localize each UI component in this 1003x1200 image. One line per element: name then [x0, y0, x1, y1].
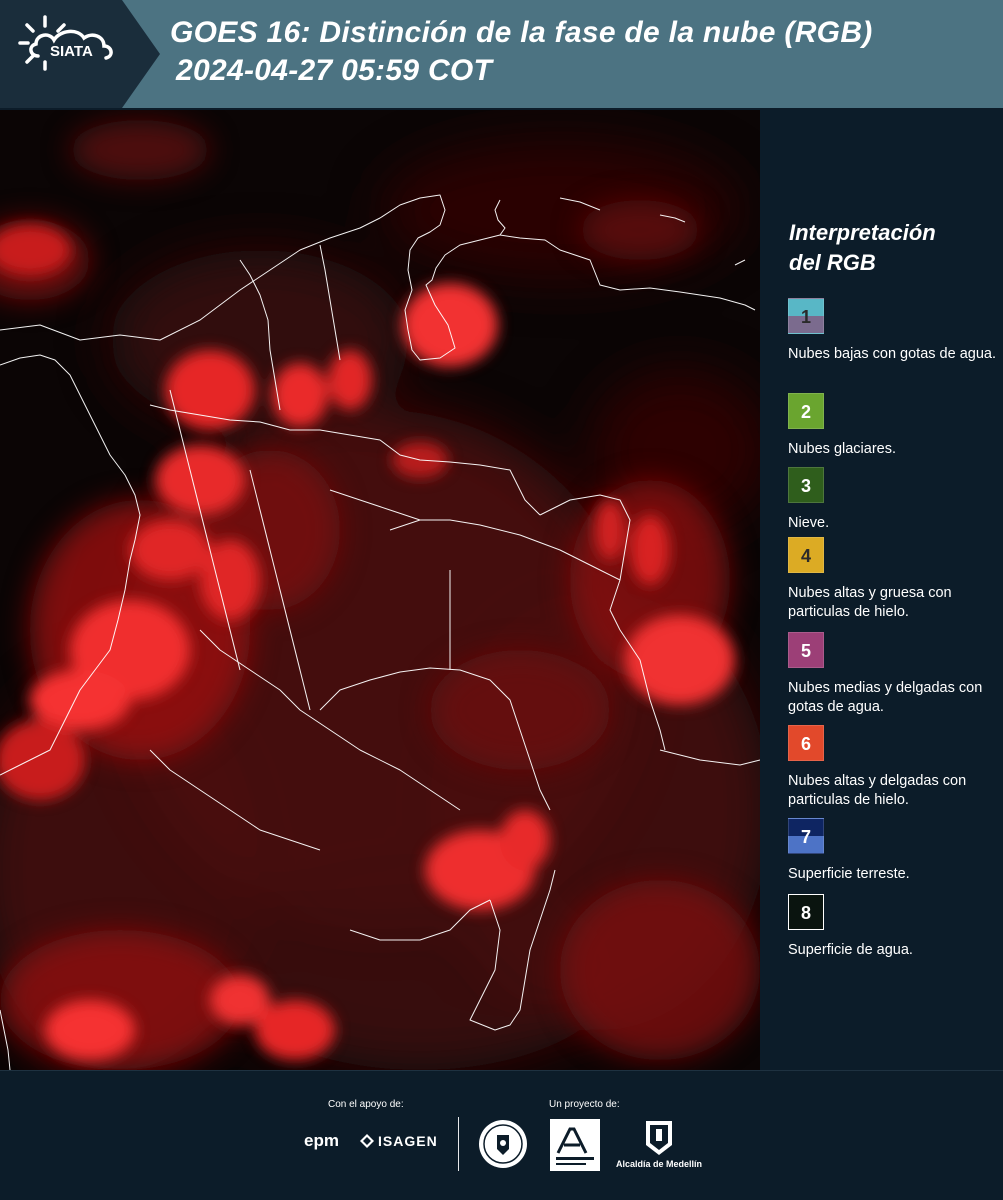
alcaldia-shield-icon	[646, 1121, 672, 1155]
legend-label-4: Nubes altas y gruesa con particulas de h…	[788, 585, 952, 620]
legend-label-1: Nubes bajas con gotas de agua.	[788, 346, 996, 362]
legend-item-4: 4 Nubes altas y gruesa con particulas de…	[788, 537, 1003, 622]
swatch-number: 1	[800, 307, 811, 327]
page-title: GOES 16: Distinción de la fase de la nub…	[170, 14, 873, 90]
legend-item-2: 2 Nubes glaciares.	[788, 393, 1003, 459]
alcaldia-logo-text: Alcaldía de Medellín	[615, 1159, 703, 1169]
isagen-mark-icon	[360, 1134, 374, 1148]
title-line-1: GOES 16: Distinción de la fase de la nub…	[170, 16, 873, 49]
swatch-4: 4	[788, 537, 824, 573]
legend-label-3: Nieve.	[788, 515, 830, 531]
legend-panel: Interpretación del RGB 1 Nubes bajas con…	[760, 110, 1003, 1070]
legend-label-6: Nubes altas y delgadas con particulas de…	[788, 773, 967, 808]
swatch-8: 8	[788, 894, 824, 930]
footer-divider	[458, 1117, 459, 1171]
siata-logo-text: SIATA	[50, 43, 93, 60]
support-label: Con el apoyo de:	[328, 1099, 404, 1110]
swatch-number: 3	[800, 476, 811, 496]
swatch-number: 4	[800, 546, 811, 566]
area-metropolitana-logo	[550, 1119, 600, 1171]
legend-label-5: Nubes medias y delgadas con gotas de agu…	[788, 680, 983, 715]
legend-item-3: 3 Nieve.	[788, 467, 1003, 533]
swatch-1: 1	[788, 298, 824, 334]
swatch-7: 7	[788, 818, 824, 854]
legend-title-line-2: del RGB	[789, 250, 876, 275]
swatch-2: 2	[788, 393, 824, 429]
header-bar: SIATA GOES 16: Distinción de la fase de …	[0, 0, 1003, 108]
legend-item-5: 5 Nubes medias y delgadas con gotas de a…	[788, 632, 1003, 717]
legend-label-2: Nubes glaciares.	[788, 441, 896, 457]
swatch-6: 6	[788, 725, 824, 761]
legend-label-7: Superficie terreste.	[788, 866, 910, 882]
swatch-number: 2	[800, 402, 811, 422]
legend-item-1: 1 Nubes bajas con gotas de agua.	[788, 298, 1003, 364]
seal-logo	[479, 1120, 527, 1168]
swatch-number: 5	[800, 641, 811, 661]
satellite-image	[0, 110, 760, 1070]
isagen-logo-text: ISAGEN	[378, 1133, 438, 1149]
footer: Con el apoyo de: Un proyecto de: epm ISA…	[0, 1070, 1003, 1200]
siata-logo: SIATA	[0, 0, 160, 108]
legend-title-line-1: Interpretación	[789, 220, 936, 245]
legend-item-8: 8 Superficie de agua.	[788, 894, 1003, 960]
swatch-3: 3	[788, 467, 824, 503]
project-label: Un proyecto de:	[549, 1099, 620, 1110]
epm-logo: epm	[304, 1131, 339, 1150]
swatch-number: 6	[800, 734, 811, 754]
swatch-5: 5	[788, 632, 824, 668]
swatch-number: 8	[800, 903, 811, 923]
isagen-logo: ISAGEN	[360, 1133, 438, 1149]
title-line-2: 2024-04-27 05:59 COT	[176, 54, 493, 87]
satellite-map	[0, 110, 760, 1070]
legend-item-6: 6 Nubes altas y delgadas con particulas …	[788, 725, 1003, 810]
legend-title: Interpretación del RGB	[789, 218, 989, 278]
swatch-number: 7	[800, 827, 811, 847]
legend-label-8: Superficie de agua.	[788, 942, 913, 958]
legend-item-7: 7 Superficie terreste.	[788, 818, 1003, 884]
alcaldia-logo: Alcaldía de Medellín	[614, 1119, 704, 1171]
